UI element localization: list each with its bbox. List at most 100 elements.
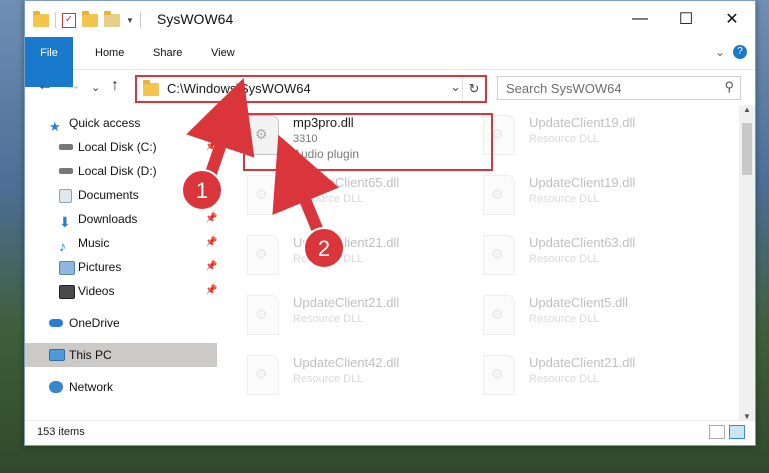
new-folder-icon[interactable] xyxy=(82,10,98,27)
vertical-scrollbar[interactable]: ▲ ▼ xyxy=(739,105,755,421)
tab-home[interactable]: Home xyxy=(95,37,124,69)
file-item[interactable]: UpdateClient63.dll Resource DLL xyxy=(483,231,713,281)
qat-dropdown-icon[interactable]: ▼ xyxy=(126,16,134,25)
sidebar-item-network[interactable]: Network xyxy=(25,375,217,399)
sidebar-item-downloads[interactable]: ⬇ Downloads 📌 xyxy=(25,207,217,231)
maximize-button[interactable]: ☐ xyxy=(663,1,709,37)
file-item[interactable]: UpdateClient19.dll Resource DLL xyxy=(483,111,713,161)
pin-icon[interactable]: 📌 xyxy=(205,135,217,159)
network-icon xyxy=(49,381,63,393)
cloud-icon xyxy=(49,319,63,327)
divider xyxy=(139,12,141,28)
dll-file-icon xyxy=(483,295,515,335)
sidebar-item-videos[interactable]: Videos 📌 xyxy=(25,279,217,303)
sidebar-item-quick-access[interactable]: ★ Quick access xyxy=(25,111,217,135)
customize-icon[interactable] xyxy=(104,10,120,27)
explorer-window: ✓ ▼ SysWOW64 — ☐ ✕ File Home Share View … xyxy=(24,0,756,446)
file-name: UpdateClient63.dll xyxy=(529,235,636,250)
recent-locations-button[interactable]: ⌄ xyxy=(91,81,100,94)
highlight-box xyxy=(243,113,493,171)
ribbon-expand-icon[interactable]: ⌄ xyxy=(715,45,725,59)
file-description: Resource DLL xyxy=(529,253,600,265)
search-input[interactable]: Search SysWOW64 ⚲ xyxy=(497,76,741,100)
file-description: Resource DLL xyxy=(293,313,364,325)
videos-icon xyxy=(59,285,75,299)
file-description: Resource DLL xyxy=(529,313,600,325)
folder-icon[interactable] xyxy=(33,10,49,27)
sidebar-item-local-disk-c[interactable]: Local Disk (C:) 📌 xyxy=(25,135,217,159)
divider xyxy=(55,12,56,28)
file-name: UpdateClient21.dll xyxy=(293,295,400,310)
navigation-bar: ← → ⌄ ↑ C:\Windows\SysWOW64 ⌄ ↻ Search S… xyxy=(25,69,755,103)
large-icons-view-button[interactable] xyxy=(729,425,745,439)
file-item[interactable]: UpdateClient19.dll Resource DLL xyxy=(483,171,713,221)
sidebar-item-label: Network xyxy=(69,380,114,394)
pin-icon[interactable]: 📌 xyxy=(205,207,217,231)
dll-file-icon xyxy=(247,235,279,275)
pin-icon[interactable]: 📌 xyxy=(205,279,217,303)
sidebar-item-label: Local Disk (C:) xyxy=(78,140,157,154)
title-bar: ✓ ▼ SysWOW64 — ☐ ✕ xyxy=(25,1,755,37)
sidebar-item-documents[interactable]: Documents 📌 xyxy=(25,183,217,207)
pin-icon[interactable]: 📌 xyxy=(205,255,217,279)
file-description: Resource DLL xyxy=(529,373,600,385)
drive-icon xyxy=(59,144,73,150)
sidebar-item-label: Videos xyxy=(78,284,115,298)
sidebar-item-pictures[interactable]: Pictures 📌 xyxy=(25,255,217,279)
file-item[interactable]: UpdateClient42.dll Resource DLL xyxy=(247,351,477,401)
search-icon: ⚲ xyxy=(724,79,734,94)
minimize-button[interactable]: — xyxy=(617,1,663,37)
help-icon[interactable]: ? xyxy=(733,45,747,59)
file-name: UpdateClient65.dll xyxy=(293,175,400,190)
properties-icon[interactable]: ✓ xyxy=(62,12,76,28)
close-button[interactable]: ✕ xyxy=(709,1,755,37)
pictures-icon xyxy=(59,261,75,275)
up-button[interactable]: ↑ xyxy=(111,77,119,95)
file-description: Resource DLL xyxy=(293,253,364,265)
file-item[interactable]: UpdateClient21.dll Resource DLL xyxy=(247,291,477,341)
file-name: UpdateClient19.dll xyxy=(529,115,636,130)
search-placeholder: Search SysWOW64 xyxy=(506,81,622,96)
address-bar[interactable]: C:\Windows\SysWOW64 ⌄ ↻ xyxy=(135,75,487,103)
file-name: UpdateClient42.dll xyxy=(293,355,400,370)
address-dropdown-icon[interactable]: ⌄ xyxy=(450,79,461,95)
sidebar-item-local-disk-d[interactable]: Local Disk (D:) xyxy=(25,159,217,183)
address-path[interactable]: C:\Windows\SysWOW64 xyxy=(167,81,311,96)
tab-share[interactable]: Share xyxy=(153,37,182,69)
back-button[interactable]: ← xyxy=(37,77,53,95)
file-item[interactable]: UpdateClient65.dll Resource DLL xyxy=(247,171,477,221)
pin-icon[interactable]: 📌 xyxy=(205,183,217,207)
file-name: UpdateClient19.dll xyxy=(529,175,636,190)
status-bar: 153 items xyxy=(25,420,755,445)
computer-icon xyxy=(49,349,65,361)
dll-file-icon xyxy=(247,295,279,335)
file-name: UpdateClient21.dll xyxy=(529,355,636,370)
scroll-up-icon[interactable]: ▲ xyxy=(743,105,751,114)
folder-icon xyxy=(143,80,159,96)
sidebar-item-label: Local Disk (D:) xyxy=(78,164,157,178)
dll-file-icon xyxy=(483,175,515,215)
tab-view[interactable]: View xyxy=(211,37,235,69)
file-item[interactable]: UpdateClient21.dll Resource DLL xyxy=(483,351,713,401)
sidebar-item-this-pc[interactable]: This PC xyxy=(25,343,217,367)
sidebar-item-label: This PC xyxy=(69,348,112,362)
file-name: UpdateClient5.dll xyxy=(529,295,629,310)
pin-icon[interactable]: 📌 xyxy=(205,231,217,255)
ribbon: File Home Share View ⌄ ? xyxy=(25,37,755,87)
dll-file-icon xyxy=(483,235,515,275)
file-description: Resource DLL xyxy=(293,373,364,385)
file-item[interactable]: UpdateClient5.dll Resource DLL xyxy=(483,291,713,341)
refresh-button[interactable]: ↻ xyxy=(462,77,485,101)
scroll-thumb[interactable] xyxy=(742,123,752,175)
sidebar-item-label: Pictures xyxy=(78,260,122,274)
details-view-button[interactable] xyxy=(709,425,725,439)
dll-file-icon xyxy=(247,355,279,395)
sidebar-item-onedrive[interactable]: OneDrive xyxy=(25,311,217,335)
drive-icon xyxy=(59,168,73,174)
documents-icon xyxy=(59,189,72,203)
file-item[interactable]: UpdateClient21.dll Resource DLL xyxy=(247,231,477,281)
forward-button[interactable]: → xyxy=(65,77,81,95)
dll-file-icon xyxy=(483,355,515,395)
navigation-pane: ★ Quick access Local Disk (C:) 📌 Local D… xyxy=(25,105,217,421)
sidebar-item-music[interactable]: ♪ Music 📌 xyxy=(25,231,217,255)
